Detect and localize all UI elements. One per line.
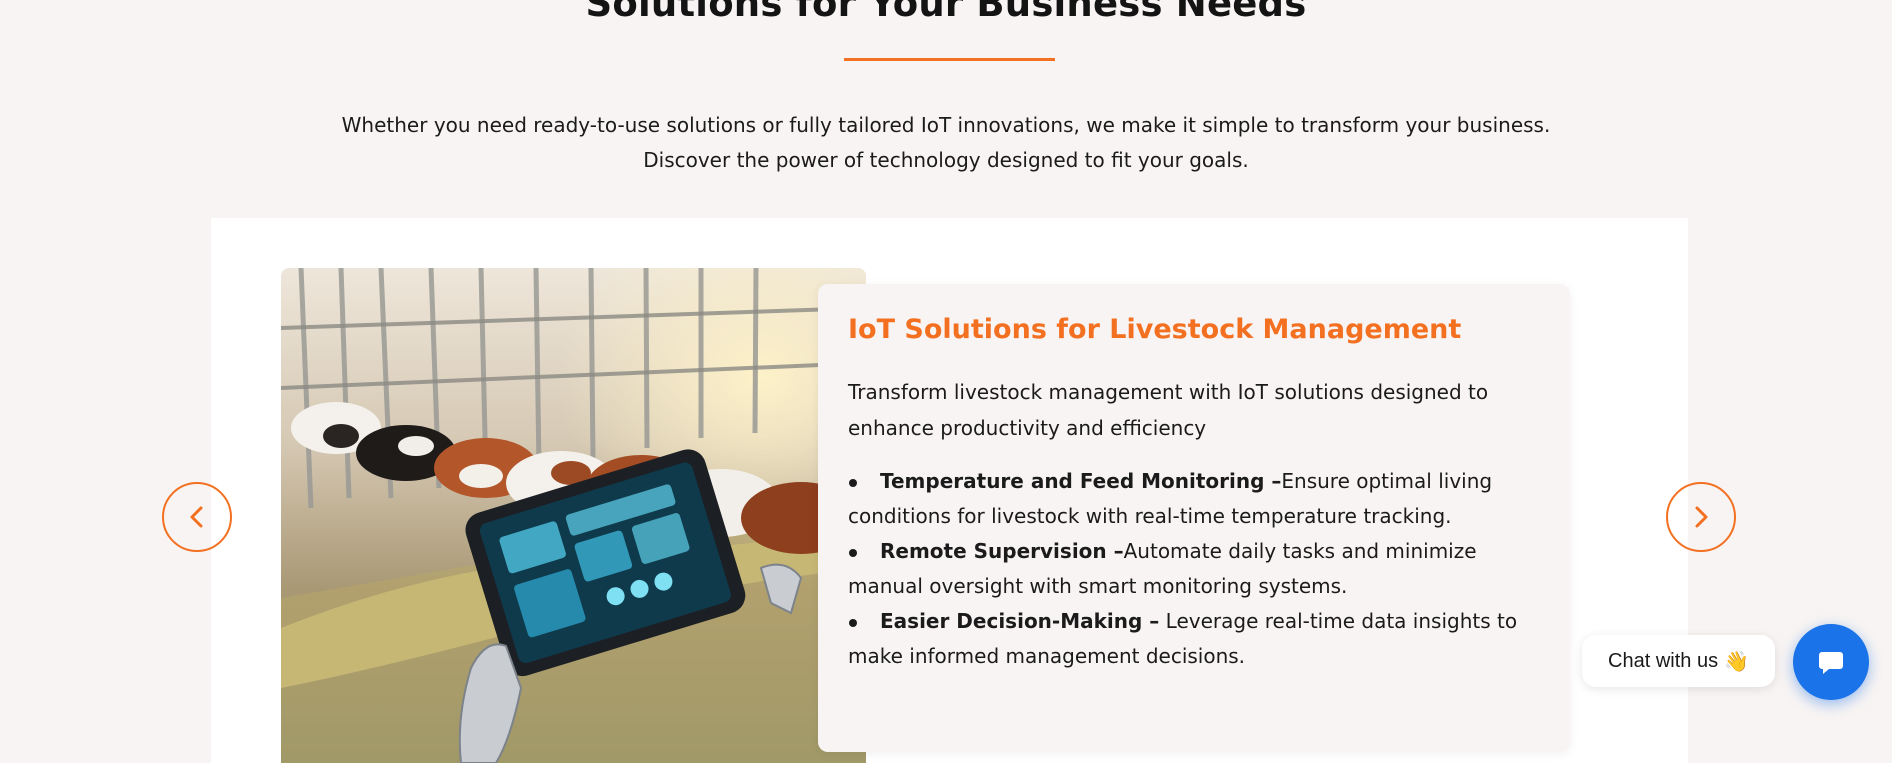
- livestock-image: [281, 268, 866, 763]
- livestock-illustration: [281, 268, 866, 763]
- feature-item: Temperature and Feed Monitoring –Ensure …: [848, 464, 1548, 534]
- chat-bubble-icon: [1819, 652, 1843, 674]
- bullet-icon: [849, 619, 857, 627]
- feature-title: Remote Supervision –: [880, 539, 1124, 563]
- carousel-prev-button[interactable]: [162, 482, 232, 552]
- solution-description: Transform livestock management with IoT …: [848, 380, 1489, 440]
- carousel-next-button[interactable]: [1666, 482, 1736, 552]
- solution-title: IoT Solutions for Livestock Management: [848, 314, 1462, 345]
- chevron-right-icon: [1695, 506, 1708, 528]
- wave-icon: 👋: [1724, 650, 1749, 673]
- bullet-icon: [849, 479, 857, 487]
- bullet-icon: [849, 549, 857, 557]
- feature-title: Temperature and Feed Monitoring –: [880, 469, 1282, 493]
- title-underline: [844, 58, 1055, 61]
- feature-title: Easier Decision-Making –: [880, 609, 1160, 633]
- feature-list: Temperature and Feed Monitoring –Ensure …: [848, 464, 1548, 674]
- section-intro: Whether you need ready-to-use solutions …: [341, 113, 1551, 172]
- solution-card: IoT Solutions for Livestock Management T…: [818, 284, 1570, 752]
- feature-item: Easier Decision-Making – Leverage real-t…: [848, 604, 1548, 674]
- chat-label: Chat with us: [1608, 649, 1719, 672]
- section-title: Solutions for Your Business Needs: [585, 0, 1307, 25]
- chevron-left-icon: [190, 506, 203, 528]
- chat-launcher-button[interactable]: [1793, 624, 1869, 700]
- feature-item: Remote Supervision –Automate daily tasks…: [848, 534, 1548, 604]
- chat-prompt-bubble[interactable]: Chat with us 👋: [1582, 635, 1775, 687]
